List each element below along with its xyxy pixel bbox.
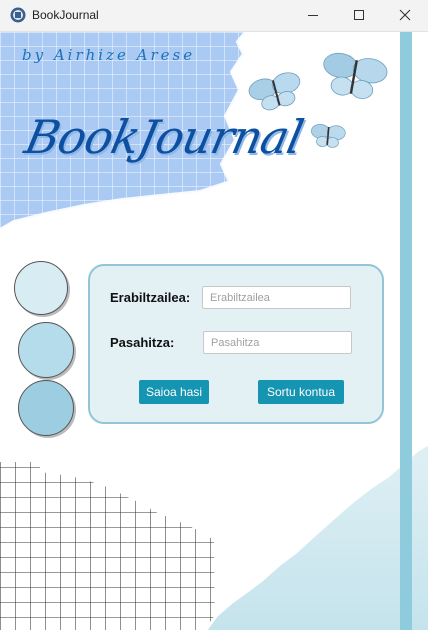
login-button[interactable]: Saioa hasi — [139, 380, 209, 404]
minimize-button[interactable] — [290, 0, 336, 31]
password-input[interactable] — [203, 331, 352, 354]
decor-circle-light — [14, 261, 68, 315]
close-icon — [399, 9, 411, 21]
title-bar[interactable]: BookJournal — [0, 0, 428, 32]
main-content: by Airhize Arese BookJournal Erabiltzail… — [0, 32, 428, 630]
register-button[interactable]: Sortu kontua — [258, 380, 344, 404]
username-label: Erabiltzailea: — [110, 290, 191, 305]
app-icon — [10, 7, 26, 23]
side-stripe — [400, 32, 412, 630]
password-label: Pasahitza: — [110, 335, 175, 350]
app-logo-text: BookJournal — [20, 110, 308, 164]
app-window: BookJournal by Airhize Arese BookJournal… — [0, 0, 428, 630]
login-panel: Erabiltzailea: Pasahitza: Saioa hasi Sor… — [88, 264, 384, 424]
butterfly-icon — [248, 72, 301, 111]
close-button[interactable] — [382, 0, 428, 31]
username-input[interactable] — [202, 286, 351, 309]
grid-paper-bottom — [0, 462, 215, 630]
decor-circle-medium — [18, 322, 74, 378]
author-byline: by Airhize Arese — [22, 46, 196, 64]
maximize-icon — [354, 10, 364, 20]
minimize-icon — [308, 15, 318, 16]
maximize-button[interactable] — [336, 0, 382, 31]
butterfly-icon — [311, 123, 346, 148]
butterfly-icon — [323, 52, 388, 100]
window-title: BookJournal — [32, 8, 99, 22]
decor-circle-dark — [18, 380, 74, 436]
